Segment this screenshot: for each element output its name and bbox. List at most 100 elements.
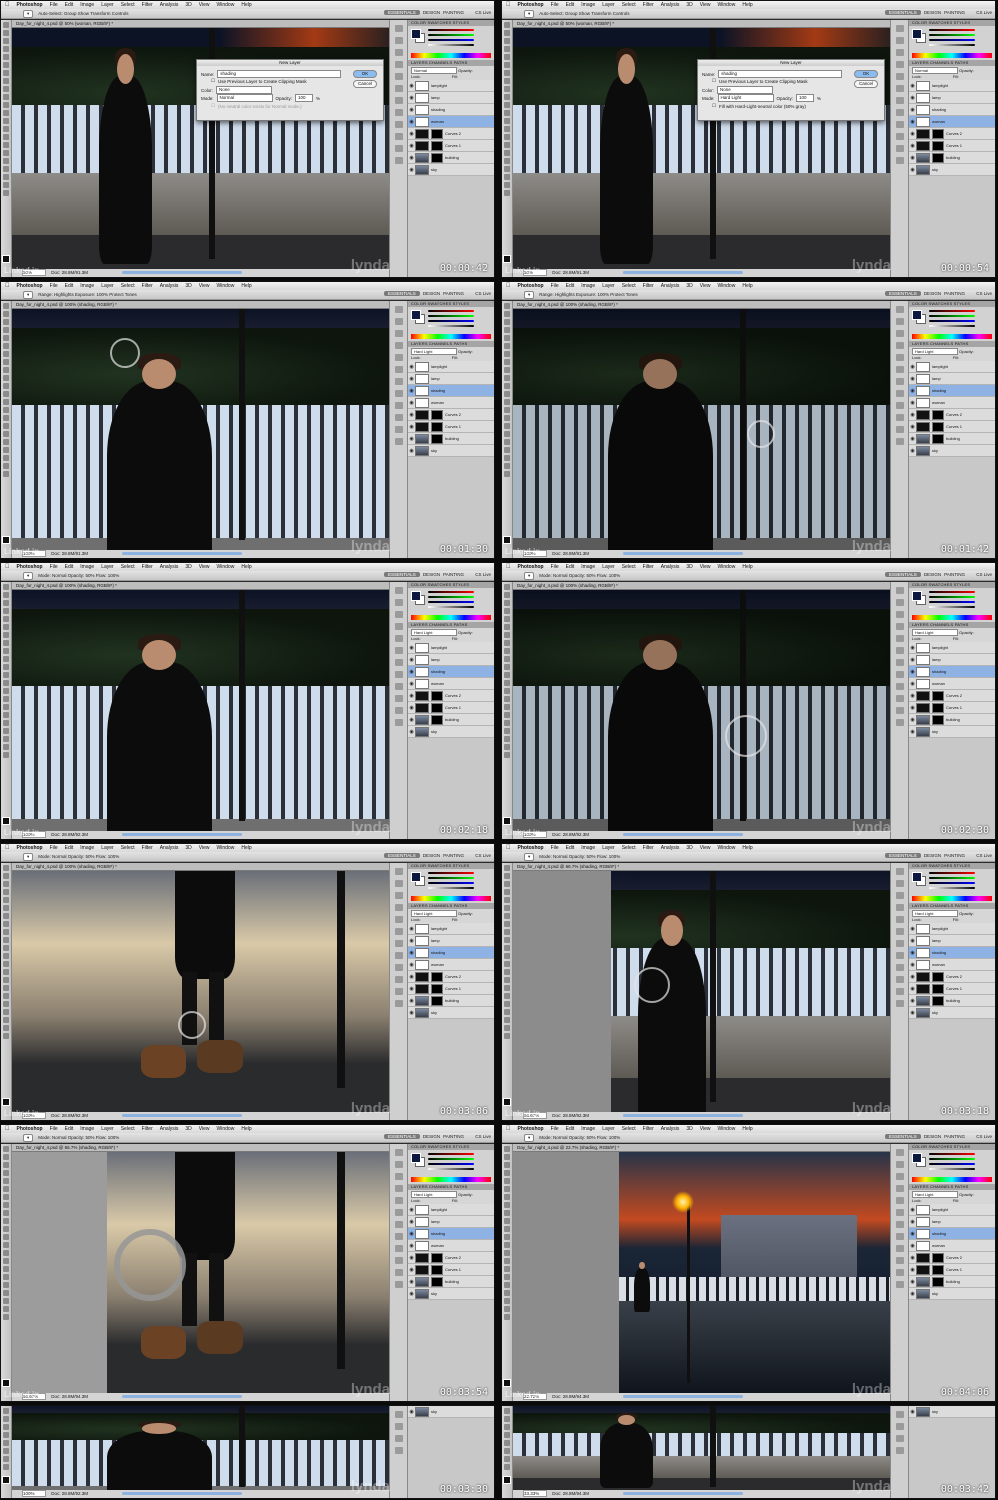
document-canvas[interactable]	[513, 1152, 891, 1393]
dock-panel-icon[interactable]	[395, 157, 403, 164]
layer-row[interactable]: ◉ lamplight	[408, 642, 494, 654]
tool-icon[interactable]	[3, 672, 9, 678]
tool-icon[interactable]	[504, 1009, 510, 1015]
menu-item[interactable]: Help	[742, 1126, 752, 1132]
layer-row[interactable]: ◉ lamplight	[909, 923, 995, 935]
eye-icon[interactable]: ◉	[408, 717, 415, 723]
apple-icon[interactable]: 	[5, 1126, 10, 1132]
dock-panel-icon[interactable]	[395, 61, 403, 68]
tool-icon[interactable]	[3, 1282, 9, 1288]
workspace-painting[interactable]: PAINTING	[944, 1134, 965, 1139]
tool-icon[interactable]	[3, 1448, 9, 1454]
menu-item[interactable]: Select	[121, 1126, 135, 1132]
eye-icon[interactable]: ◉	[909, 364, 916, 370]
foreground-color-swatch[interactable]	[411, 310, 421, 320]
layer-row[interactable]: ◉ lamp	[408, 935, 494, 947]
layer-thumbnail[interactable]	[415, 1228, 429, 1239]
menu-item[interactable]: Image	[581, 1126, 595, 1132]
tool-icon[interactable]	[3, 736, 9, 742]
layer-thumbnail[interactable]	[916, 385, 930, 396]
layer-row[interactable]: ◉ lamplight	[408, 80, 494, 92]
cs-live-button[interactable]: CS Live	[475, 1134, 491, 1139]
tool-icon[interactable]	[3, 158, 9, 164]
eye-icon[interactable]: ◉	[909, 1291, 916, 1297]
tool-icon[interactable]	[3, 1025, 9, 1031]
eye-icon[interactable]: ◉	[408, 1279, 415, 1285]
menu-item[interactable]: Window	[718, 564, 736, 570]
layer-thumbnail[interactable]	[415, 995, 429, 1006]
tool-icon[interactable]	[504, 929, 510, 935]
dock-panel-icon[interactable]	[395, 611, 403, 618]
tool-icon[interactable]	[3, 1170, 9, 1176]
menu-item[interactable]: 3D	[686, 2, 692, 8]
layer-thumbnail[interactable]	[415, 128, 429, 139]
tool-icon[interactable]	[504, 30, 510, 36]
dock-panel-icon[interactable]	[395, 133, 403, 140]
layer-thumbnail[interactable]	[916, 128, 930, 139]
eye-icon[interactable]: ◉	[909, 669, 916, 675]
dock-panel-icon[interactable]	[395, 378, 403, 385]
layer-thumbnail[interactable]	[415, 678, 429, 689]
eye-icon[interactable]: ◉	[408, 376, 415, 382]
tool-preset-picker[interactable]: ▾	[23, 571, 34, 580]
dock-panel-icon[interactable]	[395, 366, 403, 373]
tool-icon[interactable]	[3, 1306, 9, 1312]
eye-icon[interactable]: ◉	[909, 436, 916, 442]
tool-icon[interactable]	[3, 712, 9, 718]
menu-item[interactable]: 3D	[185, 564, 191, 570]
layer-thumbnail[interactable]	[916, 1264, 930, 1275]
dock-panel-icon[interactable]	[896, 1281, 904, 1288]
tool-icon[interactable]	[504, 455, 510, 461]
eye-icon[interactable]: ◉	[909, 657, 916, 663]
cs-live-button[interactable]: CS Live	[976, 10, 992, 15]
workspace-design[interactable]: DESIGN	[924, 572, 941, 577]
dock-panel-icon[interactable]	[395, 37, 403, 44]
eye-icon[interactable]: ◉	[408, 1255, 415, 1261]
document-tab[interactable]: Day_for_night_4.psd @ 100% (shading, RGB…	[513, 582, 891, 590]
menu-item[interactable]: 3D	[686, 1126, 692, 1132]
layer-row[interactable]: ◉ shading	[408, 666, 494, 678]
layer-row[interactable]: ◉ lamplight	[909, 1204, 995, 1216]
cs-live-button[interactable]: CS Live	[976, 572, 992, 577]
layer-thumbnail[interactable]	[916, 690, 930, 701]
tool-icon[interactable]	[504, 937, 510, 943]
layer-row[interactable]: ◉ building	[909, 714, 995, 726]
tool-icon[interactable]	[3, 1033, 9, 1039]
tool-icon[interactable]	[504, 1170, 510, 1176]
tool-icon[interactable]	[504, 78, 510, 84]
dock-panel-icon[interactable]	[395, 318, 403, 325]
tool-icon[interactable]	[3, 680, 9, 686]
layer-row[interactable]: ◉ shading	[909, 947, 995, 959]
eye-icon[interactable]: ◉	[408, 448, 415, 454]
layer-mask-thumbnail[interactable]	[431, 1276, 443, 1287]
eye-icon[interactable]: ◉	[408, 1409, 415, 1415]
tool-icon[interactable]	[3, 720, 9, 726]
tool-icon[interactable]	[504, 672, 510, 678]
dock-panel-icon[interactable]	[395, 659, 403, 666]
tool-icon[interactable]	[504, 1194, 510, 1200]
menu-item[interactable]: Edit	[65, 283, 74, 289]
tool-icon[interactable]	[504, 648, 510, 654]
tool-icon[interactable]	[504, 1226, 510, 1232]
layer-row[interactable]: ◉ sky	[909, 726, 995, 738]
tool-options-text[interactable]: Auto-Select: Group Show Transform Contro…	[38, 11, 128, 16]
workspace-design[interactable]: DESIGN	[423, 10, 440, 15]
dock-panel-icon[interactable]	[896, 1209, 904, 1216]
eye-icon[interactable]: ◉	[909, 645, 916, 651]
color-slider-green[interactable]	[428, 34, 474, 36]
dock-panel-icon[interactable]	[896, 587, 904, 594]
tool-options-text[interactable]: Mode: Normal Opacity: 50% Flow: 100%	[38, 1135, 119, 1140]
dock-panel-icon[interactable]	[395, 635, 403, 642]
app-menu[interactable]: Photoshop	[518, 564, 544, 570]
dock-panel-icon[interactable]	[395, 438, 403, 445]
horizontal-scrollbar[interactable]	[623, 1395, 743, 1398]
dock-panel-icon[interactable]	[896, 683, 904, 690]
eye-icon[interactable]: ◉	[408, 1219, 415, 1225]
tool-icon[interactable]	[3, 327, 9, 333]
eye-icon[interactable]: ◉	[408, 657, 415, 663]
horizontal-scrollbar[interactable]	[623, 271, 743, 274]
tool-icon[interactable]	[3, 1314, 9, 1320]
layer-thumbnail[interactable]	[415, 164, 429, 175]
foreground-color-swatch[interactable]	[503, 1098, 511, 1106]
tool-icon[interactable]	[504, 905, 510, 911]
